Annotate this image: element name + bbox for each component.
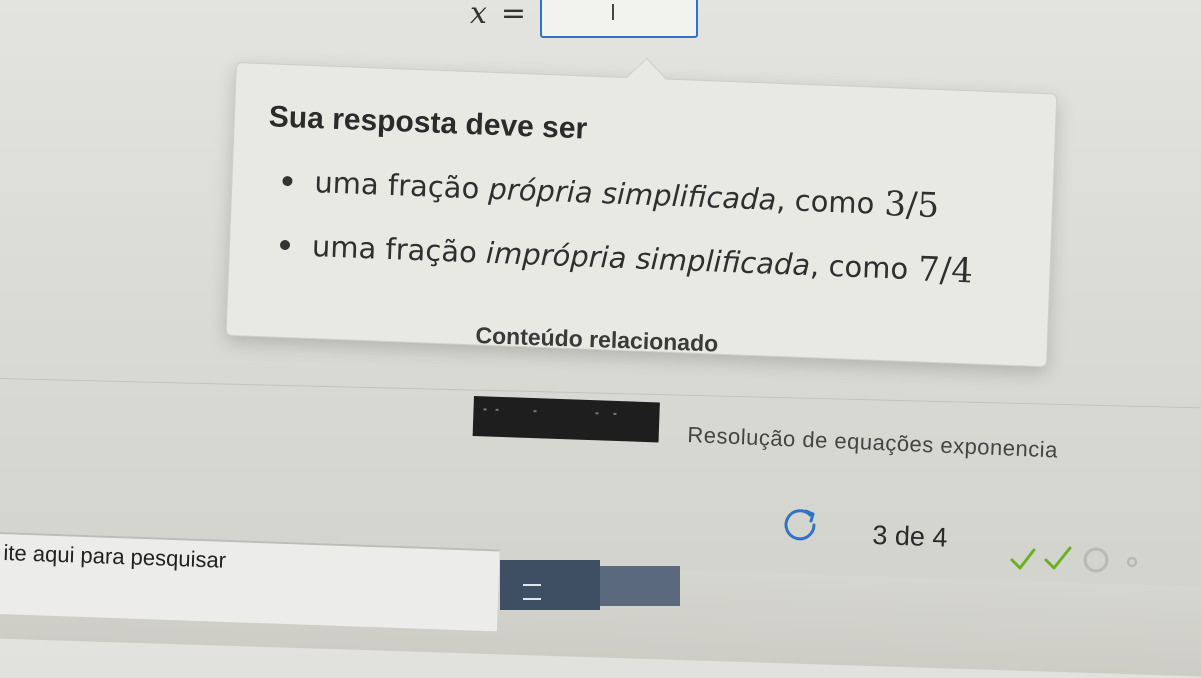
variable-label: x: [470, 0, 487, 31]
thumbnail-detail: [483, 408, 487, 411]
task-view-icon: [523, 584, 541, 600]
equals-sign: =: [500, 0, 527, 31]
task-view-button[interactable]: [500, 560, 600, 610]
answer-input[interactable]: [540, 0, 699, 38]
progress-indicator: [1010, 546, 1138, 573]
format-item-suffix: , como: [775, 182, 876, 221]
check-icon: [1010, 548, 1036, 570]
format-item-example: 3/5: [883, 184, 940, 227]
related-video-link[interactable]: Resolução de equações exponencia: [687, 422, 1058, 464]
bullet-icon: [282, 175, 293, 187]
format-item-emphasis: imprópria simplificada: [485, 235, 811, 283]
format-item-prefix: uma fração: [313, 165, 480, 206]
format-item-emphasis: própria simplificada: [487, 171, 777, 217]
tooltip-arrow: [625, 57, 667, 99]
tooltip-title: Sua resposta deve ser: [268, 100, 588, 146]
answer-format-tooltip: Sua resposta deve ser uma fração própria…: [225, 57, 1058, 368]
thumbnail-detail: [495, 408, 499, 411]
video-thumbnail[interactable]: [472, 396, 660, 443]
taskbar-app-button[interactable]: [600, 566, 680, 606]
retry-icon[interactable]: [780, 505, 820, 545]
check-icon: [1044, 546, 1072, 570]
thumbnail-detail: [533, 410, 537, 413]
format-item-prefix: uma fração: [311, 229, 478, 270]
progress-counter: 3 de 4: [871, 520, 949, 553]
format-list: uma fração própria simplificada, como 3/…: [279, 149, 977, 304]
pending-dot-icon: [1126, 556, 1138, 568]
pending-circle-icon: [1083, 547, 1109, 573]
format-item-suffix: , como: [809, 248, 909, 286]
thumbnail-detail: [595, 412, 599, 415]
thumbnail-detail: [613, 412, 617, 415]
bullet-icon: [279, 239, 291, 251]
answer-row: x =: [470, 0, 699, 40]
text-cursor: [612, 4, 615, 20]
format-item-example: 7/4: [917, 249, 974, 292]
